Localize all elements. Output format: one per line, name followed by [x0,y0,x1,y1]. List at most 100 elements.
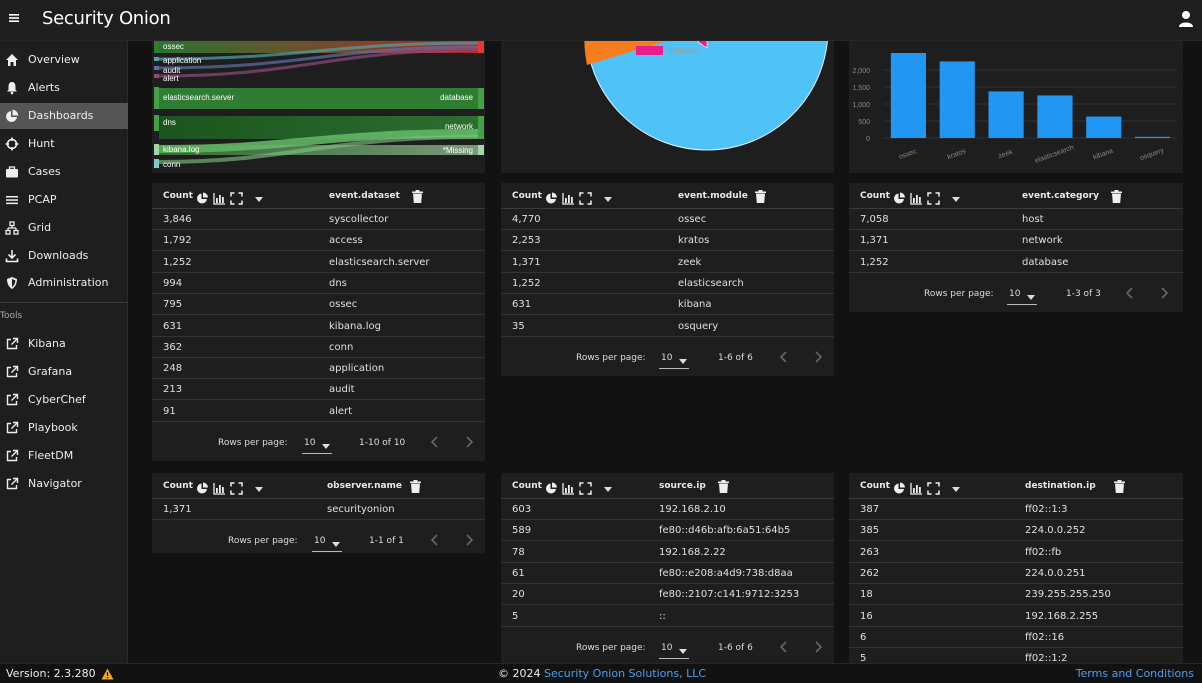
table-row[interactable]: 387 ff02::1:3 [849,499,1183,520]
table-row[interactable]: 1,252 elasticsearch.server [152,252,485,273]
sidebar-tool-fleetdm[interactable]: FleetDM [0,443,128,469]
sidebar-item-pcap[interactable]: PCAP [0,187,128,213]
sankey-node-left[interactable] [154,87,159,109]
sidebar-item-administration[interactable]: Administration [0,270,128,296]
table-row[interactable]: 631 kibana [501,294,834,316]
bar-chart-icon[interactable] [910,192,923,205]
sankey-flow-alert[interactable] [158,48,480,78]
bar-chart-icon[interactable] [213,482,226,495]
table-row[interactable]: 263 ff02::fb [849,542,1183,563]
table-row[interactable]: 18 239.255.255.250 [849,584,1183,606]
table-row[interactable]: 2,253 kratos [501,230,834,252]
rows-per-page-select[interactable]: 10 [659,351,689,369]
count-header[interactable]: Count [512,191,542,201]
bar-elasticsearch[interactable] [1037,95,1073,138]
table-row[interactable]: 6 ff02::16 [849,627,1183,648]
sankey-chart[interactable]: ossec application audit alert elasticsearch.… [152,41,485,173]
prev-page-icon[interactable] [777,350,791,364]
sort-arrow-icon[interactable] [604,195,612,202]
table-row[interactable]: 795 ossec [152,294,485,316]
sort-arrow-icon[interactable] [255,485,263,492]
sankey-node-left[interactable] [154,57,159,61]
prev-page-icon[interactable] [777,640,791,654]
table-row[interactable]: 603 192.168.2.10 [501,499,834,520]
sidebar-tool-grafana[interactable]: Grafana [0,359,128,385]
trash-icon[interactable] [754,190,766,203]
sankey-node-right[interactable] [478,116,484,139]
table-row[interactable]: 1,792 access [152,230,485,252]
sort-arrow-icon[interactable] [604,485,612,492]
sidebar-item-hunt[interactable]: Hunt [0,131,128,157]
prev-page-icon[interactable] [428,435,442,449]
sankey-node-right[interactable] [478,88,484,109]
sidebar-tool-kibana[interactable]: Kibana [0,331,128,357]
sidebar-item-overview[interactable]: Overview [0,47,128,73]
bar-ossec[interactable] [890,53,926,138]
count-header[interactable]: Count [512,481,542,491]
table-row[interactable]: 78 192.168.2.22 [501,542,834,563]
sankey-node-right[interactable] [478,145,484,155]
sort-arrow-icon[interactable] [952,485,960,492]
trash-icon[interactable] [1110,190,1122,203]
sidebar-item-downloads[interactable]: Downloads [0,243,128,269]
sankey-node-left[interactable] [154,41,159,53]
bar-osquery[interactable] [1135,136,1171,138]
bar-chart-icon[interactable] [562,482,575,495]
pie-chart-icon[interactable] [893,192,906,205]
sidebar-tool-cyberchef[interactable]: CyberChef [0,387,128,413]
sidebar-tool-navigator[interactable]: Navigator [0,471,128,497]
table-row[interactable]: 262 224.0.0.251 [849,563,1183,584]
sankey-node-left[interactable] [154,74,159,78]
table-row[interactable]: 362 conn [152,337,485,358]
fullscreen-icon[interactable] [230,192,243,205]
bar-chart[interactable]: 2,000 1,500 1,000 500 0 ossec kratos zeek elasti… [849,41,1183,173]
table-row[interactable]: 61 fe80::e208:a4d9:738:d8aa [501,563,834,584]
next-page-icon[interactable] [462,435,476,449]
field-header[interactable]: destination.ip [1025,481,1096,491]
bar-chart-icon[interactable] [910,482,923,495]
pie-chart[interactable]: database [501,41,834,173]
pie-slice-main[interactable] [586,41,828,151]
fullscreen-icon[interactable] [927,482,940,495]
rows-per-page-select[interactable]: 10 [1007,287,1037,305]
trash-icon[interactable] [409,480,421,493]
field-header[interactable]: source.ip [659,481,706,491]
sort-arrow-icon[interactable] [255,195,263,202]
table-row[interactable]: 91 alert [152,401,485,422]
rows-per-page-select[interactable]: 10 [302,436,332,454]
field-header[interactable]: event.dataset [329,191,400,201]
trash-icon[interactable] [411,190,423,203]
prev-page-icon[interactable] [428,533,442,547]
menu-icon[interactable] [8,12,20,24]
app-logo[interactable]: Security Onion [42,8,171,29]
warning-icon[interactable] [101,668,114,680]
field-header[interactable]: observer.name [327,481,402,491]
bar-chart-icon[interactable] [213,192,226,205]
sidebar-item-dashboards[interactable]: Dashboards [0,103,128,129]
fullscreen-icon[interactable] [579,482,592,495]
next-page-icon[interactable] [811,640,825,654]
table-row[interactable]: 385 224.0.0.252 [849,520,1183,542]
pie-chart-icon[interactable] [893,482,906,495]
table-row[interactable]: 5:: [501,606,834,627]
fullscreen-icon[interactable] [579,192,592,205]
pie-chart-icon[interactable] [545,482,558,495]
rows-per-page-select[interactable]: 10 [659,641,689,659]
rows-per-page-select[interactable]: 10 [312,534,342,553]
fullscreen-icon[interactable] [927,192,940,205]
table-row[interactable]: 1,371 securityonion [152,499,485,520]
count-header[interactable]: Count [860,191,890,201]
field-header[interactable]: event.category [1022,191,1099,201]
bar-kibana[interactable] [1086,116,1122,138]
table-row[interactable]: 1,371 network [849,230,1183,252]
table-row[interactable]: 7,058 host [849,209,1183,230]
table-row[interactable]: 4,770 ossec [501,209,834,230]
count-header[interactable]: Count [163,191,193,201]
next-page-icon[interactable] [1157,286,1171,300]
sankey-node-left[interactable] [154,115,159,131]
table-row[interactable]: 213 audit [152,379,485,401]
pie-chart-icon[interactable] [545,192,558,205]
sankey-node-left[interactable] [154,66,159,70]
next-page-icon[interactable] [811,350,825,364]
sidebar-item-alerts[interactable]: Alerts [0,75,128,101]
